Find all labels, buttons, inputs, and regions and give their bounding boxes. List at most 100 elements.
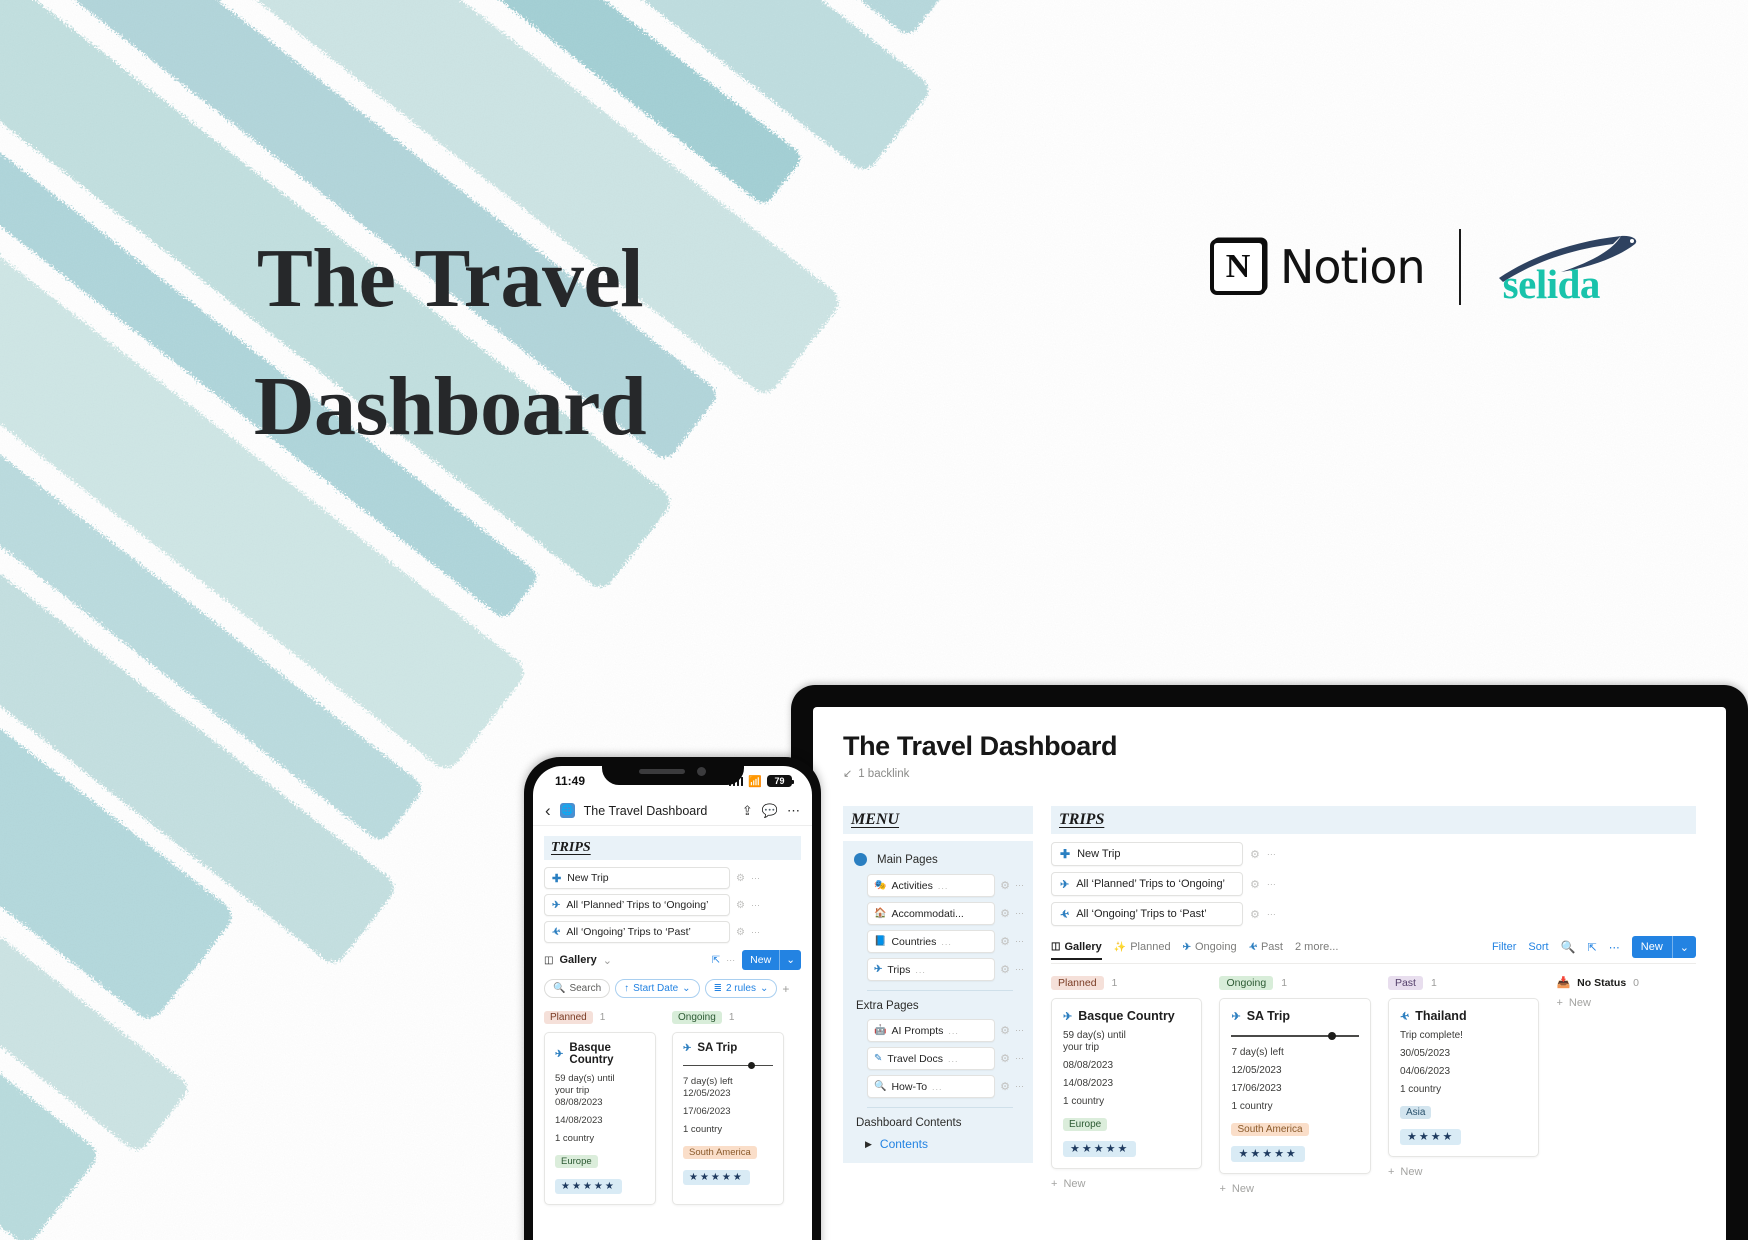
trip-card[interactable]: ✈ SA Trip 7 day(s) left 12/05/2023 17/06…	[1219, 998, 1371, 1174]
gear-icon[interactable]: ⚙	[1000, 879, 1010, 892]
trip-title: Basque Country	[569, 1042, 614, 1066]
action-label: New Trip	[1077, 848, 1121, 860]
action-row[interactable]: ✈ All ‘Planned’ Trips to ‘Ongoing’ ⚙ ⋯	[544, 894, 801, 916]
logo-divider	[1458, 229, 1461, 305]
more-horizontal-icon[interactable]: ⋯	[1015, 908, 1025, 919]
trip-card[interactable]: ✈ SA Trip 7 day(s) left 12/05/2023 17/06…	[672, 1032, 784, 1205]
chevron-left-icon[interactable]: ‹	[545, 802, 551, 819]
trip-card[interactable]: ✈ Basque Country 59 day(s) until your tr…	[544, 1032, 656, 1205]
trips-heading-label: TRIPS	[1059, 811, 1105, 828]
action-row[interactable]: ✈ All ‘Ongoing’ Trips to ‘Past’ ⚙ ⋯	[544, 921, 801, 943]
gear-icon[interactable]: ⚙	[1000, 907, 1010, 920]
trip-card[interactable]: ✈ Thailand Trip complete! 30/05/2023 04/…	[1387, 998, 1540, 1157]
add-filter-icon[interactable]: +	[782, 982, 789, 996]
new-button-chevron[interactable]: ⌄	[1671, 936, 1696, 958]
more-views-button[interactable]: 2 more...	[1295, 941, 1338, 953]
expand-icon[interactable]: ⇱	[712, 955, 720, 966]
trip-start-date: 08/08/2023	[1063, 1060, 1114, 1071]
plus-icon: ✚	[1060, 847, 1071, 861]
more-horizontal-icon[interactable]: ⋯	[751, 873, 761, 884]
action-row[interactable]: ✚ New Trip ⚙ ⋯	[1051, 842, 1696, 866]
more-horizontal-icon[interactable]: ⋯	[1015, 964, 1025, 975]
gear-icon[interactable]: ⚙	[1250, 908, 1260, 921]
gear-icon[interactable]: ⚙	[736, 900, 745, 911]
trip-card[interactable]: ✈ Basque Country 59 day(s) until your tr…	[1051, 998, 1203, 1169]
trip-title: SA Trip	[1246, 1009, 1290, 1023]
more-horizontal-icon[interactable]: ⋯	[1267, 909, 1277, 920]
action-row[interactable]: ✈ All ‘Planned’ Trips to ‘Ongoing’ ⚙ ⋯	[1051, 872, 1696, 896]
new-button[interactable]: New ⌄	[742, 950, 801, 970]
gear-icon[interactable]: ⚙	[1000, 1080, 1010, 1093]
menu-row[interactable]: 🤖 AI Prompts ... ⚙ ⋯	[867, 1019, 1025, 1042]
rules-label: 2 rules	[725, 983, 756, 994]
more-horizontal-icon[interactable]: ⋯	[787, 803, 800, 819]
more-horizontal-icon[interactable]: ⋯	[1015, 1053, 1025, 1064]
gear-icon[interactable]: ⚙	[736, 927, 745, 938]
tab-planned[interactable]: ✨ Planned	[1114, 941, 1171, 953]
tab-ongoing[interactable]: ✈ Ongoing	[1183, 941, 1237, 953]
menu-row[interactable]: ✎ Travel Docs ... ⚙ ⋯	[867, 1047, 1025, 1070]
status-badge: Ongoing	[672, 1011, 722, 1024]
more-horizontal-icon[interactable]: ⋯	[1015, 1081, 1025, 1092]
plane-takeoff-icon: ✈	[552, 899, 561, 911]
new-button-label: New	[750, 954, 772, 966]
trip-card-title-row: ✈ SA Trip	[1231, 1009, 1358, 1023]
phone-gallery-cards: ✈ Basque Country 59 day(s) until your tr…	[544, 1032, 801, 1205]
view-tab-bar: ◫ Gallery ✨ Planned ✈ Ongoing ✈ Past 2 m…	[1051, 936, 1696, 964]
add-new-card-button[interactable]: + New	[1051, 1178, 1202, 1190]
more-horizontal-icon[interactable]: ⋯	[1267, 849, 1277, 860]
search-icon[interactable]: 🔍	[1561, 940, 1576, 954]
main-pages-list: 🎭 Activities ... ⚙ ⋯ 🏠 Accommodati... ⚙ …	[851, 874, 1025, 981]
menu-divider	[867, 990, 1013, 991]
menu-row[interactable]: 🏠 Accommodati... ⚙ ⋯	[867, 902, 1025, 925]
triangle-right-icon[interactable]: ▶	[865, 1139, 872, 1150]
gear-icon[interactable]: ⚙	[1000, 1024, 1010, 1037]
gear-icon[interactable]: ⚙	[1000, 1052, 1010, 1065]
gear-icon[interactable]: ⚙	[1250, 848, 1260, 861]
more-horizontal-icon[interactable]: ⋯	[726, 955, 736, 966]
add-new-card-button[interactable]: + New	[1219, 1183, 1370, 1195]
gear-icon[interactable]: ⚙	[1000, 963, 1010, 976]
chevron-down-icon[interactable]: ⌄	[603, 954, 612, 967]
new-button[interactable]: New ⌄	[1631, 936, 1696, 958]
menu-row[interactable]: ✈ Trips ... ⚙ ⋯	[867, 958, 1025, 981]
menu-row[interactable]: 📘 Countries ... ⚙ ⋯	[867, 930, 1025, 953]
plus-icon: +	[1556, 997, 1563, 1009]
sort-chip[interactable]: ↑ Start Date ⌄	[615, 979, 700, 998]
more-horizontal-icon[interactable]: ⋯	[1015, 880, 1025, 891]
tablet-backlink[interactable]: ↙ 1 backlink	[843, 767, 1696, 781]
share-icon[interactable]: ⇪	[742, 803, 753, 819]
view-label[interactable]: Gallery	[559, 954, 596, 966]
group-count: 0	[1633, 976, 1640, 989]
comment-icon[interactable]: 💬	[762, 803, 778, 819]
filter-button[interactable]: Filter	[1492, 941, 1516, 953]
more-horizontal-icon[interactable]: ⋯	[751, 900, 761, 911]
more-horizontal-icon[interactable]: ⋯	[1267, 879, 1277, 890]
plane-landing-icon: ✈	[1398, 1009, 1411, 1024]
sort-button[interactable]: Sort	[1528, 941, 1548, 953]
contents-toggle[interactable]: ▶ Contents	[865, 1137, 1025, 1151]
more-horizontal-icon[interactable]: ⋯	[1015, 936, 1025, 947]
tab-past[interactable]: ✈ Past	[1248, 941, 1283, 954]
new-button-chevron[interactable]: ⌄	[779, 950, 801, 970]
contents-link[interactable]: Contents	[880, 1137, 928, 1151]
menu-row[interactable]: 🔍 How-To ... ⚙ ⋯	[867, 1075, 1025, 1098]
more-horizontal-icon[interactable]: ⋯	[1015, 1025, 1025, 1036]
more-horizontal-icon[interactable]: ⋯	[751, 927, 761, 938]
menu-row[interactable]: 🎭 Activities ... ⚙ ⋯	[867, 874, 1025, 897]
tab-gallery[interactable]: ◫ Gallery	[1051, 941, 1102, 960]
trip-title: Thailand	[1415, 1009, 1467, 1023]
rules-chip[interactable]: ≣ 2 rules ⌄	[704, 979, 778, 998]
add-new-card-button[interactable]: + New	[1388, 1166, 1539, 1178]
expand-icon[interactable]: ⇱	[1588, 941, 1597, 954]
action-row[interactable]: ✈ All ‘Ongoing’ Trips to ‘Past’ ⚙ ⋯	[1051, 902, 1696, 926]
group-header: 📥 No Status 0	[1556, 976, 1696, 990]
gear-icon[interactable]: ⚙	[1000, 935, 1010, 948]
status-badge: Planned	[1051, 976, 1104, 990]
add-new-card-button[interactable]: + New	[1556, 997, 1696, 1009]
gear-icon[interactable]: ⚙	[1250, 878, 1260, 891]
action-row[interactable]: ✚ New Trip ⚙ ⋯	[544, 867, 801, 889]
gear-icon[interactable]: ⚙	[736, 873, 745, 884]
more-horizontal-icon[interactable]: ⋯	[1609, 941, 1620, 954]
search-chip[interactable]: 🔍 Search	[544, 979, 611, 998]
